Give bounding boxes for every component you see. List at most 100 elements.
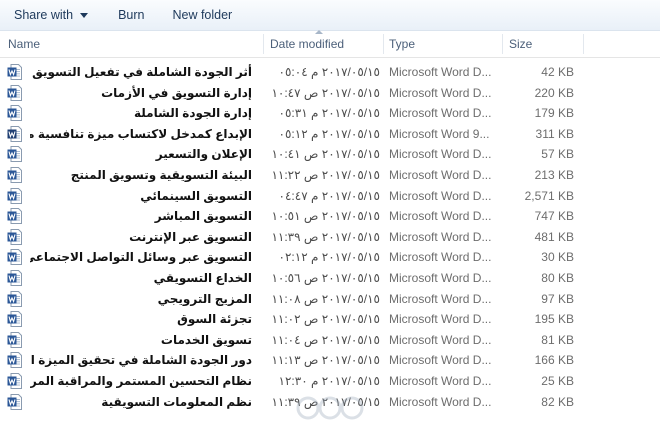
word-doc-icon <box>7 125 22 142</box>
file-size: 25 KB <box>541 373 574 388</box>
file-row[interactable]: إدارة التسويق في الأزمات ٢٠١٧/٠٥/١٥ ص ١٠:… <box>0 83 660 104</box>
word-docx-icon <box>7 166 22 183</box>
file-name: التسويق المباشر <box>154 209 252 224</box>
column-header-name[interactable]: Name <box>8 31 40 57</box>
file-row[interactable]: تجزئة السوق ٢٠١٧/٠٥/١٥ ص ١١:٠٢ Microsoft W… <box>0 309 660 330</box>
file-type: Microsoft Word 9... <box>389 126 490 141</box>
file-size: 166 KB <box>534 353 574 368</box>
word-docx-icon <box>7 372 22 389</box>
file-type: Microsoft Word D... <box>389 394 492 409</box>
file-name: نظم المعلومات التسويقية <box>101 394 252 409</box>
burn-label: Burn <box>118 8 145 22</box>
file-type: Microsoft Word D... <box>389 332 492 347</box>
file-row[interactable]: الخداع التسويقي ٢٠١٧/٠٥/١٥ ص ١٠:٥٦ Microso… <box>0 268 660 289</box>
watermark-logo-icon <box>296 396 364 420</box>
word-docx-icon <box>7 331 22 348</box>
word-docx-icon <box>7 146 22 163</box>
file-size: 81 KB <box>541 332 574 347</box>
file-name: الخداع التسويقي <box>153 270 252 285</box>
file-date-modified: ٢٠١٧/٠٥/١٥ ص ١١:٠٤ <box>271 332 380 347</box>
file-type: Microsoft Word D... <box>389 373 492 388</box>
file-row[interactable]: المزيج الترويجي ٢٠١٧/٠٥/١٥ ص ١١:٠٨ Microso… <box>0 289 660 310</box>
file-row[interactable]: الإعلان والتسعير ٢٠١٧/٠٥/١٥ ص ١٠:٤١ Micros… <box>0 144 660 165</box>
file-row[interactable]: دور الجودة الشاملة في تحقيق الميزة التنا… <box>0 350 660 371</box>
file-date-modified: ٢٠١٧/٠٥/١٥ ص ١١:٠٢ <box>271 312 380 327</box>
word-docx-icon <box>7 64 22 80</box>
file-type: Microsoft Word D... <box>389 106 492 121</box>
file-type: Microsoft Word D... <box>389 209 492 224</box>
word-docx-icon <box>7 352 22 369</box>
file-size: 97 KB <box>541 291 574 306</box>
column-divider[interactable] <box>383 34 384 54</box>
word-docx-icon <box>7 249 22 266</box>
file-row[interactable]: التسويق المباشر ٢٠١٧/٠٥/١٥ ص ١٠:٥١ Microso… <box>0 206 660 227</box>
file-type: Microsoft Word D... <box>389 85 492 100</box>
file-date-modified: ٢٠١٧/٠٥/١٥ ص ١١:١٣ <box>271 353 380 368</box>
file-size: 179 KB <box>534 106 574 121</box>
file-date-modified: ٢٠١٧/٠٥/١٥ م ٠٥:٠٤ <box>278 65 380 79</box>
file-name: دور الجودة الشاملة في تحقيق الميزة التنا… <box>30 353 252 368</box>
file-name: إدارة التسويق في الأزمات <box>101 85 252 100</box>
file-row[interactable]: البيئة التسويقية وتسويق المنتج ٢٠١٧/٠٥/١٥… <box>0 165 660 186</box>
file-name: التسويق عبر وسائل التواصل الاجتماعي <box>30 250 252 265</box>
word-docx-icon <box>7 84 22 101</box>
file-size: 30 KB <box>541 250 574 265</box>
column-divider[interactable] <box>583 34 584 54</box>
file-row[interactable]: إدارة الجودة الشاملة ٢٠١٧/٠٥/١٥ م ٠٥:٣١ Mi… <box>0 103 660 124</box>
column-divider[interactable] <box>263 34 264 54</box>
file-type: Microsoft Word D... <box>389 291 492 306</box>
file-size: 213 KB <box>534 167 574 182</box>
file-name: نظام التحسين المستمر والمراقبة المركزة <box>30 373 252 388</box>
word-docx-icon <box>7 269 22 286</box>
share-with-label: Share with <box>14 8 74 22</box>
file-name: تجزئة السوق <box>177 312 252 327</box>
file-size: 311 KB <box>535 126 574 141</box>
file-name: البيئة التسويقية وتسويق المنتج <box>70 167 252 182</box>
column-divider[interactable] <box>502 34 503 54</box>
file-type: Microsoft Word D... <box>389 250 492 265</box>
file-name: التسويق عبر الإنترنت <box>129 229 252 244</box>
file-date-modified: ٢٠١٧/٠٥/١٥ ص ١٠:٥٦ <box>271 270 380 285</box>
burn-button[interactable]: Burn <box>110 0 152 30</box>
column-header-bar: Name Date modified Type Size <box>0 30 660 58</box>
file-date-modified: ٢٠١٧/٠٥/١٥ ص ١٠:٤٧ <box>271 85 380 100</box>
command-bar: Share with Burn New folder <box>0 0 660 31</box>
file-date-modified: ٢٠١٧/٠٥/١٥ ص ١٠:٤١ <box>271 147 380 162</box>
file-size: 42 KB <box>541 65 574 79</box>
file-row[interactable]: أثر الجودة الشاملة في تفعيل التسويق ٢٠١٧/… <box>0 62 660 83</box>
file-date-modified: ٢٠١٧/٠٥/١٥ م ٠٤:٤٧ <box>278 188 380 203</box>
file-date-modified: ٢٠١٧/٠٥/١٥ م ٠٥:٣١ <box>278 106 380 121</box>
file-type: Microsoft Word D... <box>389 167 492 182</box>
file-row[interactable]: التسويق عبر الإنترنت ٢٠١٧/٠٥/١٥ ص ١١:٣٩ Mi… <box>0 227 660 248</box>
file-row[interactable]: الإبداع كمدخل لاكتساب ميزة تنافسية مستدا… <box>0 124 660 145</box>
file-row[interactable]: التسويق السينمائي ٢٠١٧/٠٥/١٥ م ٠٤:٤٧ Micro… <box>0 186 660 207</box>
share-with-button[interactable]: Share with <box>6 0 96 30</box>
file-size: 195 KB <box>534 312 574 327</box>
new-folder-button[interactable]: New folder <box>164 0 240 30</box>
column-header-size[interactable]: Size <box>509 31 532 57</box>
file-name: التسويق السينمائي <box>140 188 252 203</box>
file-size: 82 KB <box>541 394 574 409</box>
file-type: Microsoft Word D... <box>389 270 492 285</box>
file-date-modified: ٢٠١٧/٠٥/١٥ م ٠٢:١٢ <box>278 250 380 265</box>
file-row[interactable]: تسويق الخدمات ٢٠١٧/٠٥/١٥ ص ١١:٠٤ Microsoft… <box>0 330 660 351</box>
file-date-modified: ٢٠١٧/٠٥/١٥ م ٠٥:١٢ <box>278 126 380 141</box>
file-list: أثر الجودة الشاملة في تفعيل التسويق ٢٠١٧/… <box>0 62 660 412</box>
file-date-modified: ٢٠١٧/٠٥/١٥ ص ١١:٢٢ <box>271 167 380 182</box>
column-header-date-modified[interactable]: Date modified <box>270 31 344 57</box>
file-date-modified: ٢٠١٧/٠٥/١٥ ص ١١:٣٩ <box>271 229 380 244</box>
file-row[interactable]: التسويق عبر وسائل التواصل الاجتماعي ٢٠١٧/… <box>0 247 660 268</box>
column-header-type[interactable]: Type <box>389 31 415 57</box>
word-docx-icon <box>7 228 22 245</box>
file-type: Microsoft Word D... <box>389 229 492 244</box>
file-name: إدارة الجودة الشاملة <box>133 106 252 121</box>
file-date-modified: ٢٠١٧/٠٥/١٥ ص ١١:٠٨ <box>271 291 380 306</box>
file-type: Microsoft Word D... <box>389 312 492 327</box>
word-docx-icon <box>7 208 22 225</box>
word-docx-icon <box>7 105 22 122</box>
file-type: Microsoft Word D... <box>389 188 492 203</box>
file-name: أثر الجودة الشاملة في تفعيل التسويق <box>32 65 252 79</box>
file-size: 481 KB <box>534 229 574 244</box>
word-docx-icon <box>7 290 22 307</box>
file-type: Microsoft Word D... <box>389 147 492 162</box>
